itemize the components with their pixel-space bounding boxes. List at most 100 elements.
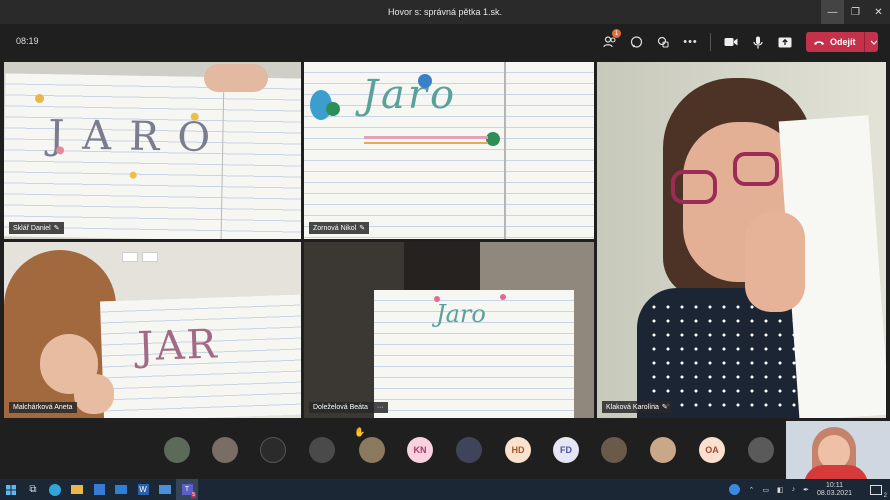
more-options-icon[interactable]: ··· xyxy=(377,404,384,411)
call-timer: 08:19 xyxy=(16,36,39,46)
handwritten-word: JARO xyxy=(47,112,229,162)
leave-divider xyxy=(863,32,865,52)
window-title: Hovor s: správná pětka 1.sk. xyxy=(387,7,503,17)
minimize-button[interactable]: — xyxy=(821,0,844,24)
participant-name-tag: Klaková Karolína ✎ xyxy=(602,401,672,413)
more-actions-button[interactable]: ••• xyxy=(677,32,704,52)
handwritten-word: JAR xyxy=(136,321,220,371)
participant-avatar[interactable] xyxy=(212,437,238,463)
participant-avatar[interactable] xyxy=(359,437,385,463)
network-icon[interactable]: ◧ xyxy=(777,486,784,494)
participant-avatar[interactable] xyxy=(748,437,774,463)
participant-name-tag: Sklář Daniel ✎ xyxy=(9,222,64,234)
store-icon xyxy=(93,484,105,495)
clock-date: 08.03.2021 xyxy=(816,489,852,497)
participant-name-tag: Zornová Nikol ✎ xyxy=(309,222,370,234)
microphone-button[interactable] xyxy=(744,32,771,52)
more-icon: ••• xyxy=(683,36,698,48)
chevron-up-icon[interactable]: ⌃ xyxy=(748,486,754,494)
pin-icon: ✎ xyxy=(53,225,60,232)
pin-icon: ✎ xyxy=(661,404,668,411)
handwritten-word: Jaro xyxy=(362,72,458,118)
video-tile[interactable]: Jaro Doleželová Beáta ··· xyxy=(304,242,594,418)
photos-icon xyxy=(159,485,171,494)
participant-name-tag: Malchárková Aneta xyxy=(9,402,77,413)
task-view-icon: ⧉ xyxy=(29,484,37,495)
phone-hangup-icon xyxy=(814,40,824,45)
handwritten-word: Jaro xyxy=(436,300,486,328)
notebook-page: JAR xyxy=(99,294,301,418)
battery-icon[interactable]: ▭ xyxy=(762,486,769,494)
participant-avatar[interactable] xyxy=(650,437,676,463)
notebook-page: Jaro xyxy=(374,290,574,418)
notebook-page: Jaro xyxy=(304,62,594,239)
participant-avatar[interactable] xyxy=(456,437,482,463)
participant-name: Sklář Daniel xyxy=(13,224,51,232)
participant-avatar[interactable]: HD xyxy=(505,437,531,463)
participant-name: Malchárková Aneta xyxy=(13,404,73,411)
word-button[interactable]: W xyxy=(132,479,154,500)
edge-icon xyxy=(49,483,61,496)
participant-avatar[interactable] xyxy=(309,437,335,463)
windows-logo-icon xyxy=(6,484,16,495)
window-controls: — ❐ ✕ xyxy=(821,0,890,24)
share-screen-button[interactable] xyxy=(771,32,798,52)
self-view-video[interactable] xyxy=(786,421,890,479)
teams-badge: 5 xyxy=(191,492,196,498)
help-icon[interactable] xyxy=(729,484,741,495)
chat-icon xyxy=(630,35,643,48)
participant-avatar[interactable] xyxy=(164,437,190,463)
camera-button[interactable] xyxy=(717,32,744,52)
chevron-down-icon[interactable] xyxy=(870,40,878,45)
raised-hand-icon: ✋ xyxy=(354,427,366,437)
volume-icon[interactable]: ♪ xyxy=(792,486,796,493)
notebook-page: JARO xyxy=(4,73,301,239)
teams-button[interactable]: T 5 xyxy=(176,479,198,500)
meeting-toolbar: 08:19 1 ••• Odejít xyxy=(0,24,890,60)
pin-icon: ✎ xyxy=(359,225,366,232)
pen-icon[interactable]: ✒ xyxy=(803,486,809,494)
chat-button[interactable] xyxy=(623,32,650,52)
reactions-button[interactable] xyxy=(650,32,677,52)
mail-icon xyxy=(115,485,127,494)
notifications-count: 2 xyxy=(883,492,887,499)
store-button[interactable] xyxy=(88,479,110,500)
participant-avatar[interactable] xyxy=(260,437,286,463)
video-tile[interactable]: JARO Sklář Daniel ✎ xyxy=(4,62,301,239)
share-icon xyxy=(778,37,791,47)
participant-name-tag: Doleželová Beáta ··· xyxy=(309,402,388,413)
windows-taskbar: ⧉ W T 5 ⌃ ▭ ◧ ♪ ✒ 10:11 08.03.2021 2 xyxy=(0,479,890,500)
hand-icon xyxy=(657,36,669,48)
participants-badge: 1 xyxy=(612,29,621,38)
participant-name: Doleželová Beáta xyxy=(313,404,368,411)
video-tile[interactable]: Klaková Karolína ✎ xyxy=(597,62,886,418)
clock-time: 10:11 xyxy=(825,481,843,489)
task-view-button[interactable]: ⧉ xyxy=(22,479,44,500)
system-tray: ⌃ ▭ ◧ ♪ ✒ 10:11 08.03.2021 2 xyxy=(729,479,890,500)
participant-strip: ✋ KN HD FD OA xyxy=(0,421,890,479)
participant-name: Zornová Nikol xyxy=(313,224,357,232)
edge-button[interactable] xyxy=(44,479,66,500)
word-icon: W xyxy=(137,484,149,495)
leave-call-button[interactable]: Odejít xyxy=(806,32,878,52)
restore-button[interactable]: ❐ xyxy=(844,0,867,24)
mail-button[interactable] xyxy=(110,479,132,500)
microphone-icon xyxy=(752,36,763,48)
participants-button[interactable]: 1 xyxy=(596,29,623,52)
participant-avatar[interactable]: FD xyxy=(553,437,579,463)
taskbar-clock[interactable]: 10:11 08.03.2021 xyxy=(817,482,852,498)
video-tile[interactable]: Jaro Zornová Nikol ✎ xyxy=(304,62,594,239)
video-tile[interactable]: JAR Malchárková Aneta xyxy=(4,242,301,418)
notifications-button[interactable]: 2 xyxy=(870,484,887,499)
leave-label: Odejít xyxy=(830,37,856,47)
meeting-controls: 1 ••• xyxy=(596,29,798,52)
close-window-button[interactable]: ✕ xyxy=(867,0,890,24)
participant-avatar[interactable]: OA xyxy=(699,437,725,463)
participant-avatar[interactable] xyxy=(601,437,627,463)
file-explorer-button[interactable] xyxy=(66,479,88,500)
photos-button[interactable] xyxy=(154,479,176,500)
participant-avatar[interactable]: KN xyxy=(407,437,433,463)
participant-name: Klaková Karolína xyxy=(606,403,659,411)
start-button[interactable] xyxy=(0,479,22,500)
toolbar-divider xyxy=(710,33,711,51)
